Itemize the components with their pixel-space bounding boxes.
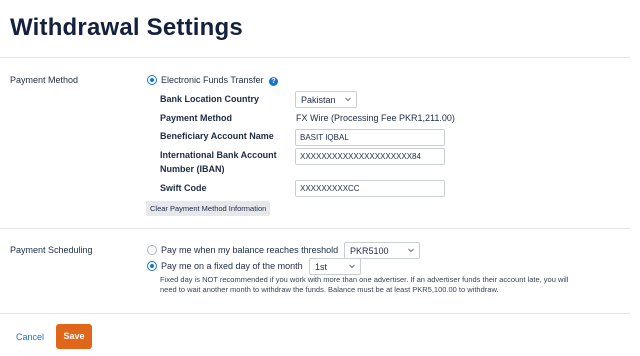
swift-label: Swift Code [160,183,207,193]
fixed-day-select[interactable]: 1st [309,258,361,275]
section-divider [0,228,630,229]
iban-label: International Bank Account Number (IBAN) [160,148,277,176]
question-circle-icon[interactable]: ? [269,77,278,86]
payment-method-value: FX Wire (Processing Fee PKR1,211.00) [296,113,455,123]
bank-country-select[interactable]: Pakistan [295,91,357,108]
iban-label-line1: International Bank Account [160,150,277,160]
payment-scheduling-section-label: Payment Scheduling [10,245,93,255]
chevron-down-icon [408,248,414,253]
eft-radio[interactable] [147,75,157,85]
page-title: Withdrawal Settings [10,14,243,41]
save-button[interactable]: Save [56,324,92,349]
threshold-radio[interactable] [147,245,157,255]
clear-payment-method-button[interactable]: Clear Payment Method Information [146,201,271,216]
fixed-day-option-label: Pay me on a fixed day of the month [161,261,303,271]
fixed-day-value: 1st [315,262,328,272]
payment-method-section-label: Payment Method [10,75,79,85]
swift-input[interactable]: XXXXXXXXXCC [295,180,445,197]
fixed-day-radio[interactable] [147,261,157,271]
header-divider [0,57,630,58]
cancel-link[interactable]: Cancel [16,332,44,342]
threshold-select[interactable]: PKR5100 [344,242,420,259]
threshold-value: PKR5100 [350,246,389,256]
payment-method-label: Payment Method [160,113,233,123]
chevron-down-icon [345,97,351,102]
bank-country-label: Bank Location Country [160,94,260,104]
chevron-down-icon [349,264,355,269]
bank-country-value: Pakistan [301,95,336,105]
footer-divider [0,313,630,314]
fixed-day-note: Fixed day is NOT recommended if you work… [160,275,569,294]
beneficiary-input[interactable]: BASIT IQBAL [295,129,445,146]
threshold-option-label: Pay me when my balance reaches threshold [161,245,339,255]
eft-option-label: Electronic Funds Transfer [161,75,264,85]
iban-input[interactable]: XXXXXXXXXXXXXXXXXXXXX84 [295,148,445,165]
beneficiary-label: Beneficiary Account Name [160,131,274,141]
iban-label-line2: Number (IBAN) [160,164,225,174]
